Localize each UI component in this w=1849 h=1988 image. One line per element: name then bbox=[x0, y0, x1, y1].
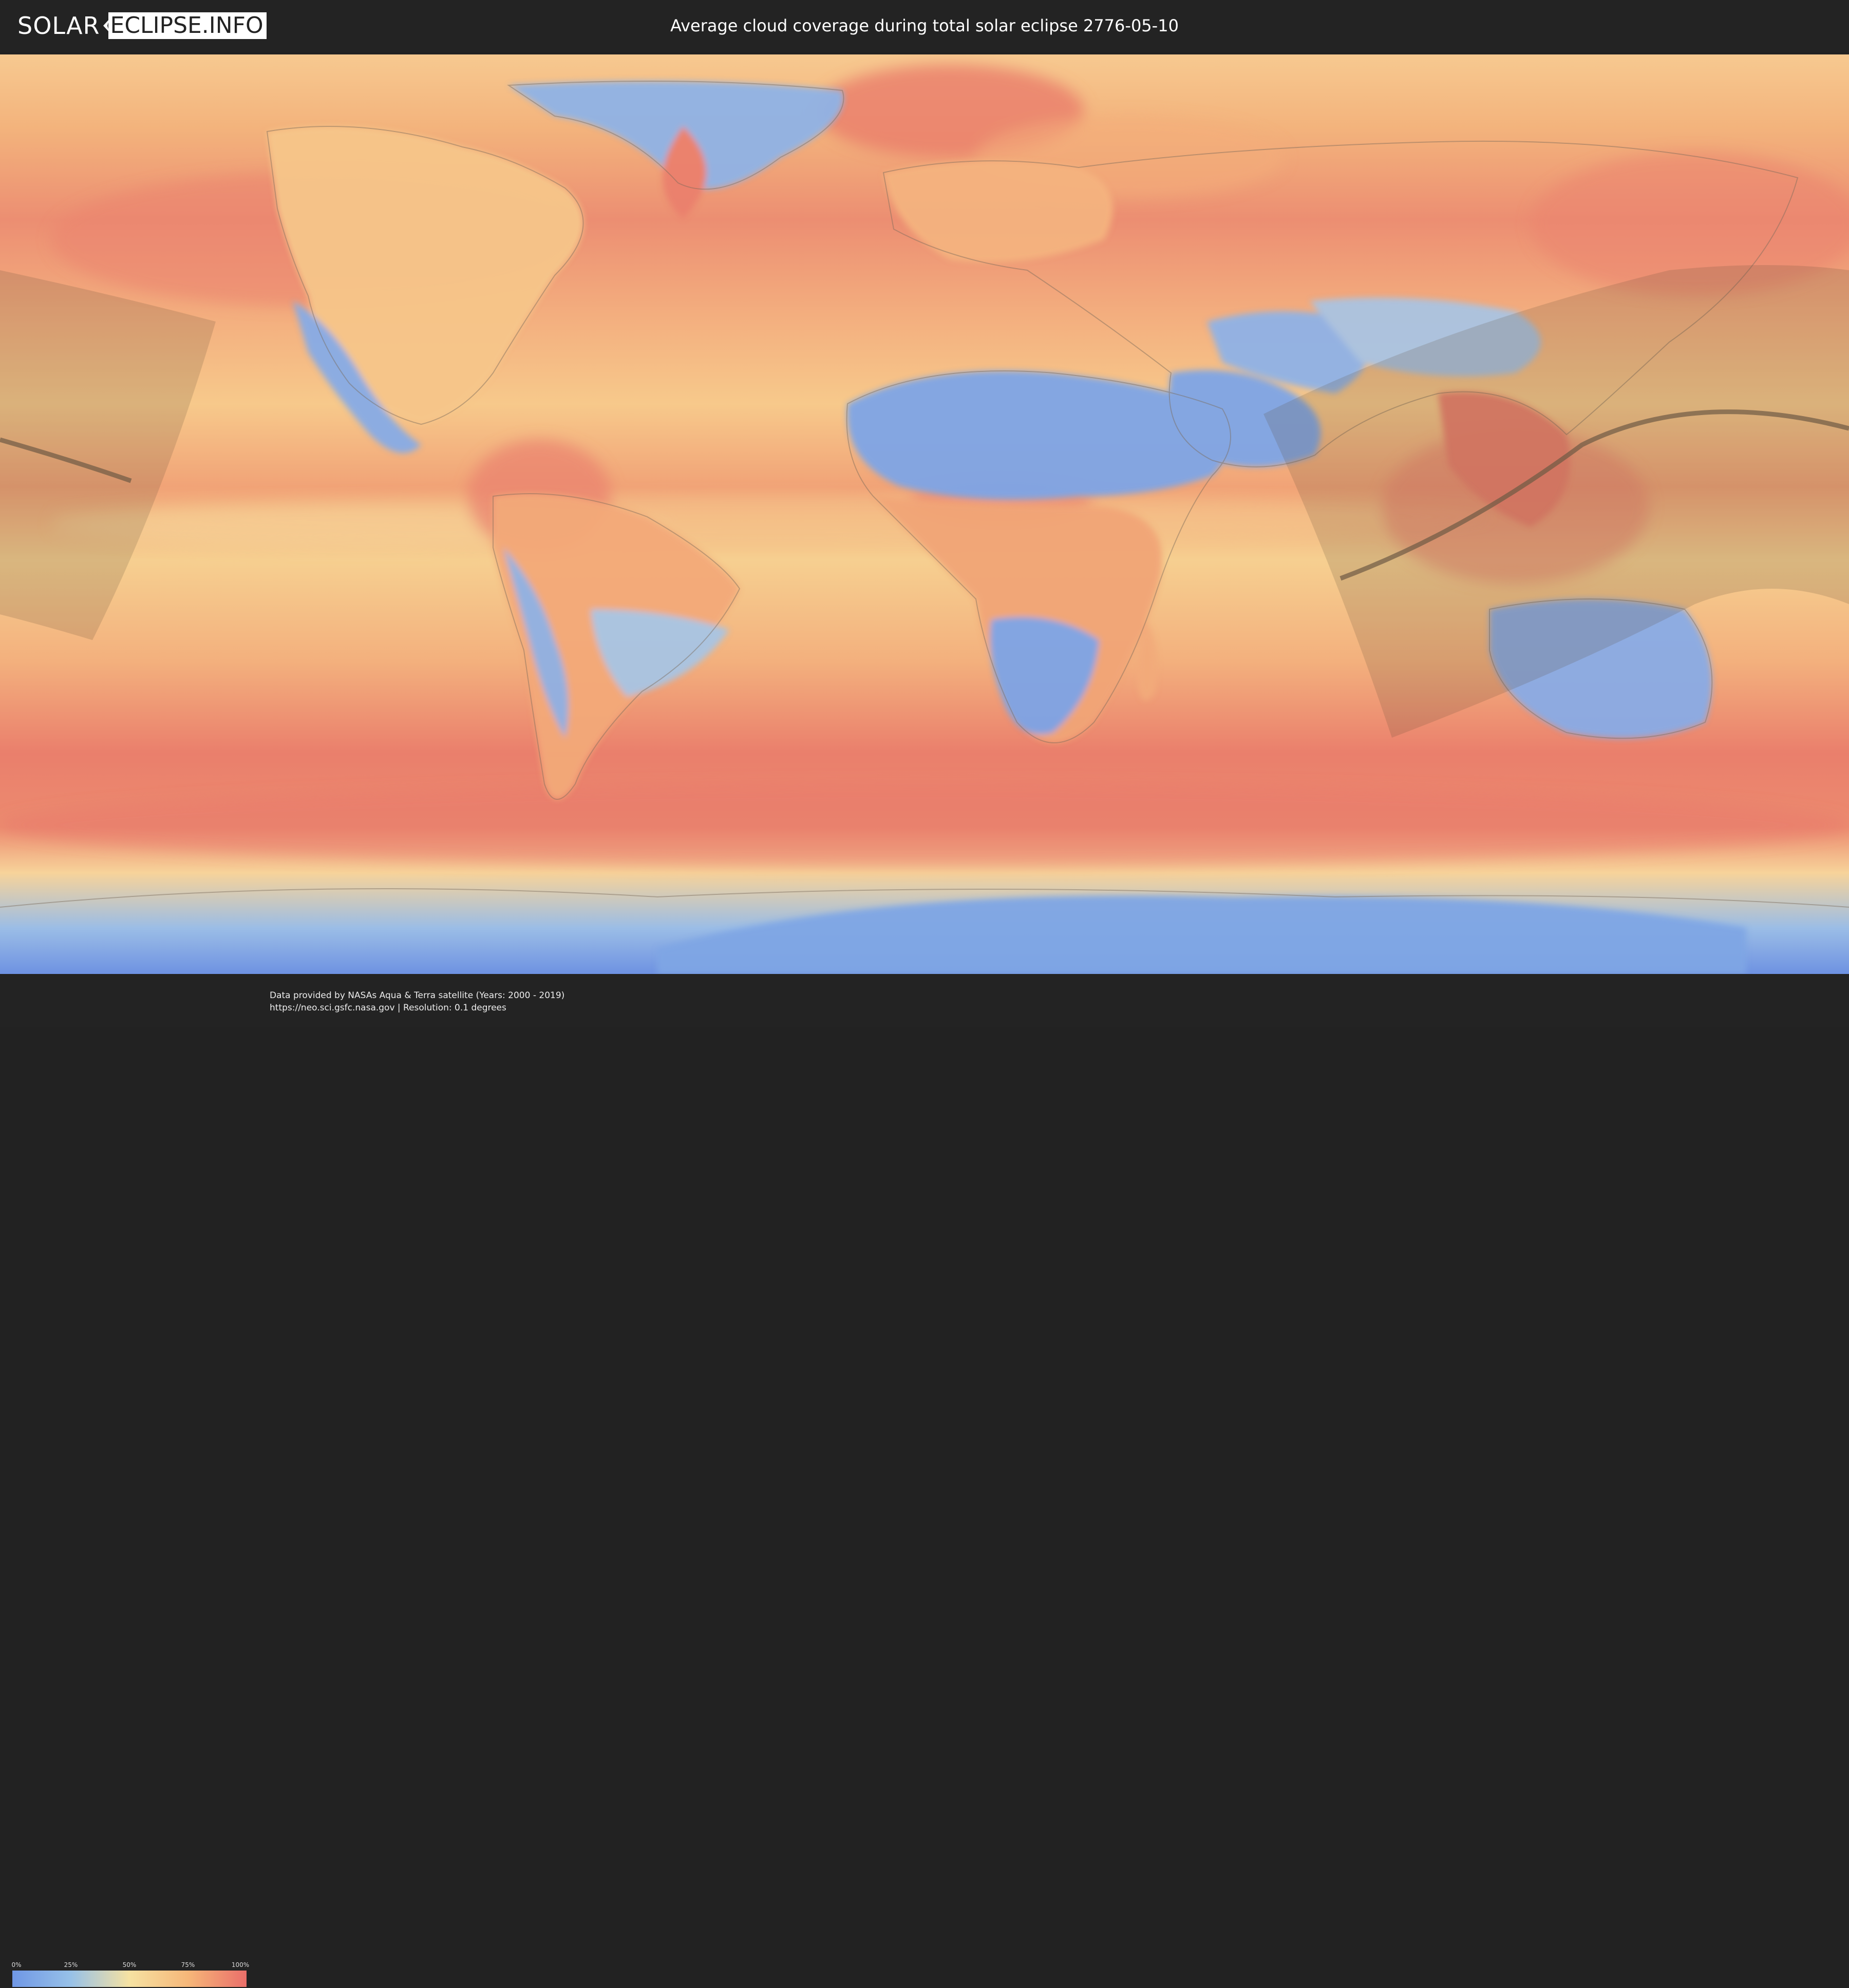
source-link[interactable]: https://neo.sci.gsfc.nasa.gov | Resoluti… bbox=[270, 1002, 506, 1014]
legend-tick-100: 100% bbox=[231, 1961, 250, 1968]
page-title: Average cloud coverage during total sola… bbox=[670, 16, 1179, 35]
cloud-coverage-legend: 0% 25% 50% 75% 100% bbox=[11, 1961, 250, 1988]
legend-tick-25: 25% bbox=[64, 1961, 78, 1968]
legend-tick-75: 75% bbox=[181, 1961, 195, 1968]
bottom-bar: 0% 25% 50% 75% 100% Data provided by NAS… bbox=[0, 974, 1849, 1987]
data-credit: Data provided by NASAs Aqua & Terra sate… bbox=[270, 990, 565, 1001]
cloud-coverage-map[interactable] bbox=[0, 54, 1849, 974]
legend-color-bar bbox=[12, 1971, 247, 1987]
legend-tick-0: 0% bbox=[11, 1961, 22, 1968]
top-bar: SOLAR ECLIPSE.INFO Average cloud coverag… bbox=[0, 0, 1849, 52]
legend-tick-50: 50% bbox=[122, 1961, 137, 1968]
